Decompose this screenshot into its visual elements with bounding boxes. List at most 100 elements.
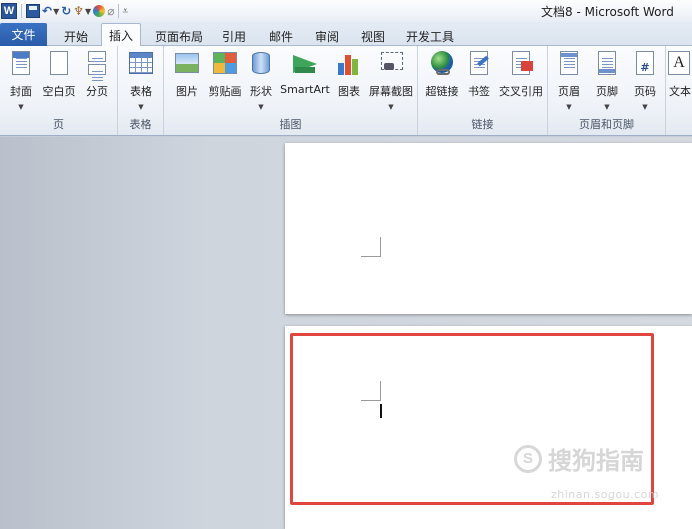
clip-art-label: 剪贴画: [208, 85, 242, 98]
group-pages: 封面 ▼ 空白页 分页 页: [0, 46, 118, 135]
page-number-dropdown-icon: ▼: [642, 103, 648, 111]
page-number-glyph: #: [640, 61, 650, 74]
qat-separator-2: [118, 4, 120, 18]
redo-button[interactable]: ↻: [61, 3, 71, 19]
watermark-logo-icon: S: [514, 444, 542, 473]
document-page-1[interactable]: [285, 143, 692, 314]
table-dropdown-icon: ▼: [138, 103, 144, 111]
tab-home[interactable]: 开始: [56, 26, 96, 46]
blank-page-button[interactable]: 空白页: [40, 49, 78, 99]
group-header-footer-label: 页眉和页脚: [579, 118, 634, 131]
tab-references[interactable]: 引用: [216, 26, 252, 46]
group-links-label: 链接: [471, 118, 494, 131]
tab-file[interactable]: 文件: [0, 23, 47, 46]
group-header-footer: 页眉 ▼ 页脚 ▼ # 页码 ▼ 页眉和页脚: [548, 46, 666, 135]
chart-icon: [335, 49, 363, 79]
hyperlink-icon: [428, 49, 456, 79]
shapes-label: 形状: [250, 85, 272, 98]
group-tables: 表格 ▼ 表格: [118, 46, 164, 135]
quick-access-toolbar: W ↶ ▼ ↻ ♆ ▼ ⌀ ⩡: [0, 0, 128, 22]
header-icon: [555, 49, 583, 79]
undo-dropdown-icon[interactable]: ▼: [53, 7, 59, 16]
shapes-icon: [247, 49, 275, 79]
smartart-button[interactable]: SmartArt: [280, 49, 330, 96]
chart-label: 图表: [338, 85, 360, 98]
watermark-url: zhinan.sogou.com: [551, 488, 660, 501]
text-box-glyph: A: [668, 51, 690, 75]
shapes-dropdown-icon: ▼: [258, 103, 264, 111]
eraser-icon[interactable]: ⌀: [107, 3, 114, 19]
table-icon: [127, 49, 155, 79]
tab-review[interactable]: 审阅: [309, 26, 345, 46]
word-app-icon[interactable]: W: [1, 3, 17, 19]
group-text: A 文本: [666, 46, 692, 135]
picture-button[interactable]: 图片: [172, 49, 202, 99]
screenshot-icon: [377, 49, 405, 79]
customize-qat-icon[interactable]: ⩡: [122, 6, 128, 17]
page-number-icon: #: [631, 49, 659, 79]
watermark: S 搜狗指南: [514, 441, 644, 476]
ribbon-insert: 封面 ▼ 空白页 分页 页 表格 ▼ 表格 图片 剪贴画 形状 ▼ SmartA…: [0, 46, 692, 136]
text-box-label: 文本: [669, 85, 691, 98]
group-links: 超链接 书签 交叉引用 链接: [418, 46, 548, 135]
page-number-button[interactable]: # 页码 ▼: [630, 49, 660, 111]
blank-page-label: 空白页: [42, 85, 76, 98]
bookmark-button[interactable]: 书签: [464, 49, 494, 99]
cover-page-label: 封面: [10, 85, 32, 98]
text-box-icon: A: [666, 49, 692, 79]
tab-mailings[interactable]: 邮件: [263, 26, 299, 46]
cross-reference-button[interactable]: 交叉引用: [498, 49, 544, 99]
title-bar: W ↶ ▼ ↻ ♆ ▼ ⌀ ⩡ 文档8 - Microsoft Word: [0, 0, 692, 22]
smartart-label: SmartArt: [280, 83, 330, 96]
table-button[interactable]: 表格 ▼: [126, 49, 156, 111]
undo-button[interactable]: ↶: [42, 3, 52, 19]
cover-page-button[interactable]: 封面 ▼: [5, 49, 37, 111]
page-break-label: 分页: [86, 85, 108, 98]
page-number-label: 页码: [634, 85, 656, 98]
window-title: 文档8 - Microsoft Word: [541, 5, 674, 19]
screenshot-label: 屏幕截图: [369, 85, 413, 98]
footer-label: 页脚: [596, 85, 618, 98]
tab-page-layout[interactable]: 页面布局: [150, 26, 208, 46]
tab-developer[interactable]: 开发工具: [401, 26, 459, 46]
footer-icon: [593, 49, 621, 79]
smartart-icon: [291, 49, 319, 79]
header-button[interactable]: 页眉 ▼: [554, 49, 584, 111]
cross-reference-icon: [507, 49, 535, 79]
qat-separator: [21, 4, 22, 18]
footer-dropdown-icon: ▼: [604, 103, 610, 111]
picture-label: 图片: [176, 85, 198, 98]
tab-insert[interactable]: 插入: [101, 23, 141, 47]
picture-icon: [173, 49, 201, 79]
group-pages-label: 页: [53, 118, 64, 131]
ribbon-tab-row: 文件 开始 插入 页面布局 引用 邮件 审阅 视图 开发工具: [0, 22, 692, 47]
chart-button[interactable]: 图表: [334, 49, 364, 99]
hyperlink-button[interactable]: 超链接: [422, 49, 462, 99]
screenshot-button[interactable]: 屏幕截图 ▼: [367, 49, 415, 111]
text-box-button[interactable]: A 文本: [668, 49, 692, 99]
hyperlink-label: 超链接: [425, 85, 459, 98]
cover-page-icon: [7, 49, 35, 79]
bookmark-label: 书签: [468, 85, 490, 98]
screenshot-dropdown-icon: ▼: [388, 103, 394, 111]
save-icon: [26, 4, 40, 18]
header-label: 页眉: [558, 85, 580, 98]
highlight-box: [290, 333, 654, 505]
clip-art-icon: [211, 49, 239, 79]
cross-reference-label: 交叉引用: [499, 85, 543, 98]
color-wheel-icon[interactable]: [93, 3, 106, 19]
bookmark-icon: [465, 49, 493, 79]
footer-button[interactable]: 页脚 ▼: [592, 49, 622, 111]
tab-view[interactable]: 视图: [355, 26, 391, 46]
format-painter-icon[interactable]: ♆: [73, 3, 84, 19]
shapes-button[interactable]: 形状 ▼: [246, 49, 276, 111]
header-dropdown-icon: ▼: [566, 103, 572, 111]
format-dropdown-icon[interactable]: ▼: [85, 7, 91, 16]
page-break-button[interactable]: 分页: [82, 49, 112, 99]
save-button[interactable]: [26, 3, 40, 19]
group-illustrations-label: 插图: [279, 118, 302, 131]
clip-art-button[interactable]: 剪贴画: [206, 49, 244, 99]
group-tables-label: 表格: [129, 118, 152, 131]
cover-page-dropdown-icon: ▼: [18, 103, 24, 111]
margin-corner-mark: [361, 237, 381, 257]
